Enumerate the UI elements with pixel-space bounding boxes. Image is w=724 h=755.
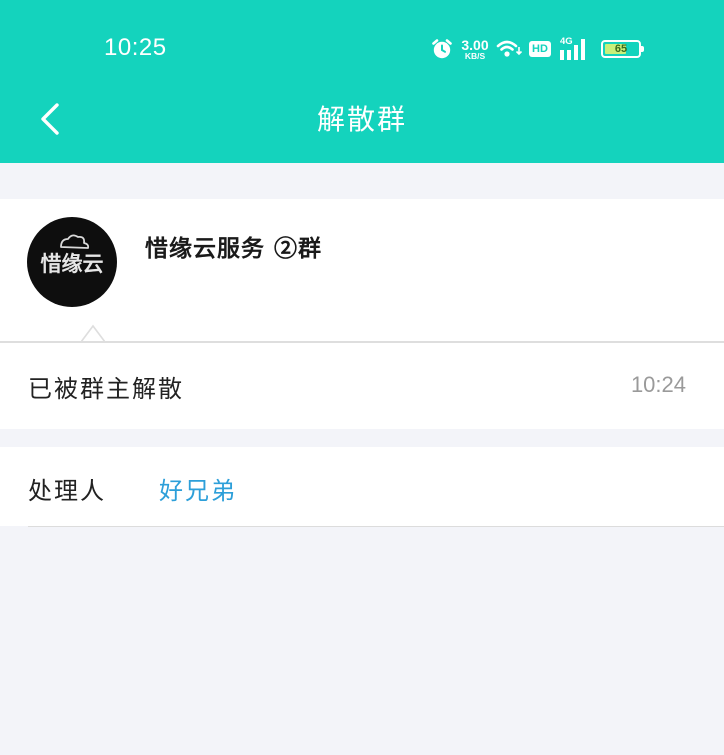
card-pointer: [81, 324, 105, 343]
page-title: 解散群: [316, 103, 407, 136]
avatar-text: 惜缘云: [41, 252, 104, 276]
group-avatar[interactable]: 惜缘云: [27, 217, 117, 307]
dissolve-status-row: 已被群主解散 10:24: [0, 343, 724, 429]
status-bar-time: 10:25: [104, 34, 167, 61]
status-bar-icons: 3.00 KB/S HD 4G 65: [431, 35, 644, 63]
signal-icon: [560, 39, 585, 60]
handler-divider: [28, 526, 724, 527]
battery-icon: 65: [601, 40, 644, 58]
wifi-icon: [496, 40, 523, 57]
cellular-signal: 4G: [560, 36, 592, 61]
avatar-graphic: 惜缘云: [41, 234, 104, 276]
dissolve-message: 已被群主解散: [28, 375, 184, 403]
dissolve-time: 10:24: [630, 372, 686, 397]
network-speed-unit: KB/S: [464, 50, 486, 61]
hd-badge: HD: [529, 41, 551, 57]
cloud-icon: [60, 234, 90, 249]
alarm-icon: [432, 39, 452, 59]
battery-level: 65: [614, 43, 628, 55]
group-info-card: 惜缘云 惜缘云服务 ②群: [0, 199, 724, 342]
network-speed: 3.00 KB/S: [458, 38, 492, 61]
group-name: 惜缘云服务 ②群: [145, 235, 323, 262]
battery-tip: [641, 46, 644, 52]
handler-row: 处理人 好兄弟: [0, 447, 724, 526]
handler-name-link[interactable]: 好兄弟: [159, 471, 237, 506]
app-header: 10:25 3.00 KB/S HD 4G 65 解散群: [0, 0, 724, 163]
network-speed-value: 3.00: [461, 36, 489, 53]
handler-label: 处理人: [28, 477, 106, 505]
